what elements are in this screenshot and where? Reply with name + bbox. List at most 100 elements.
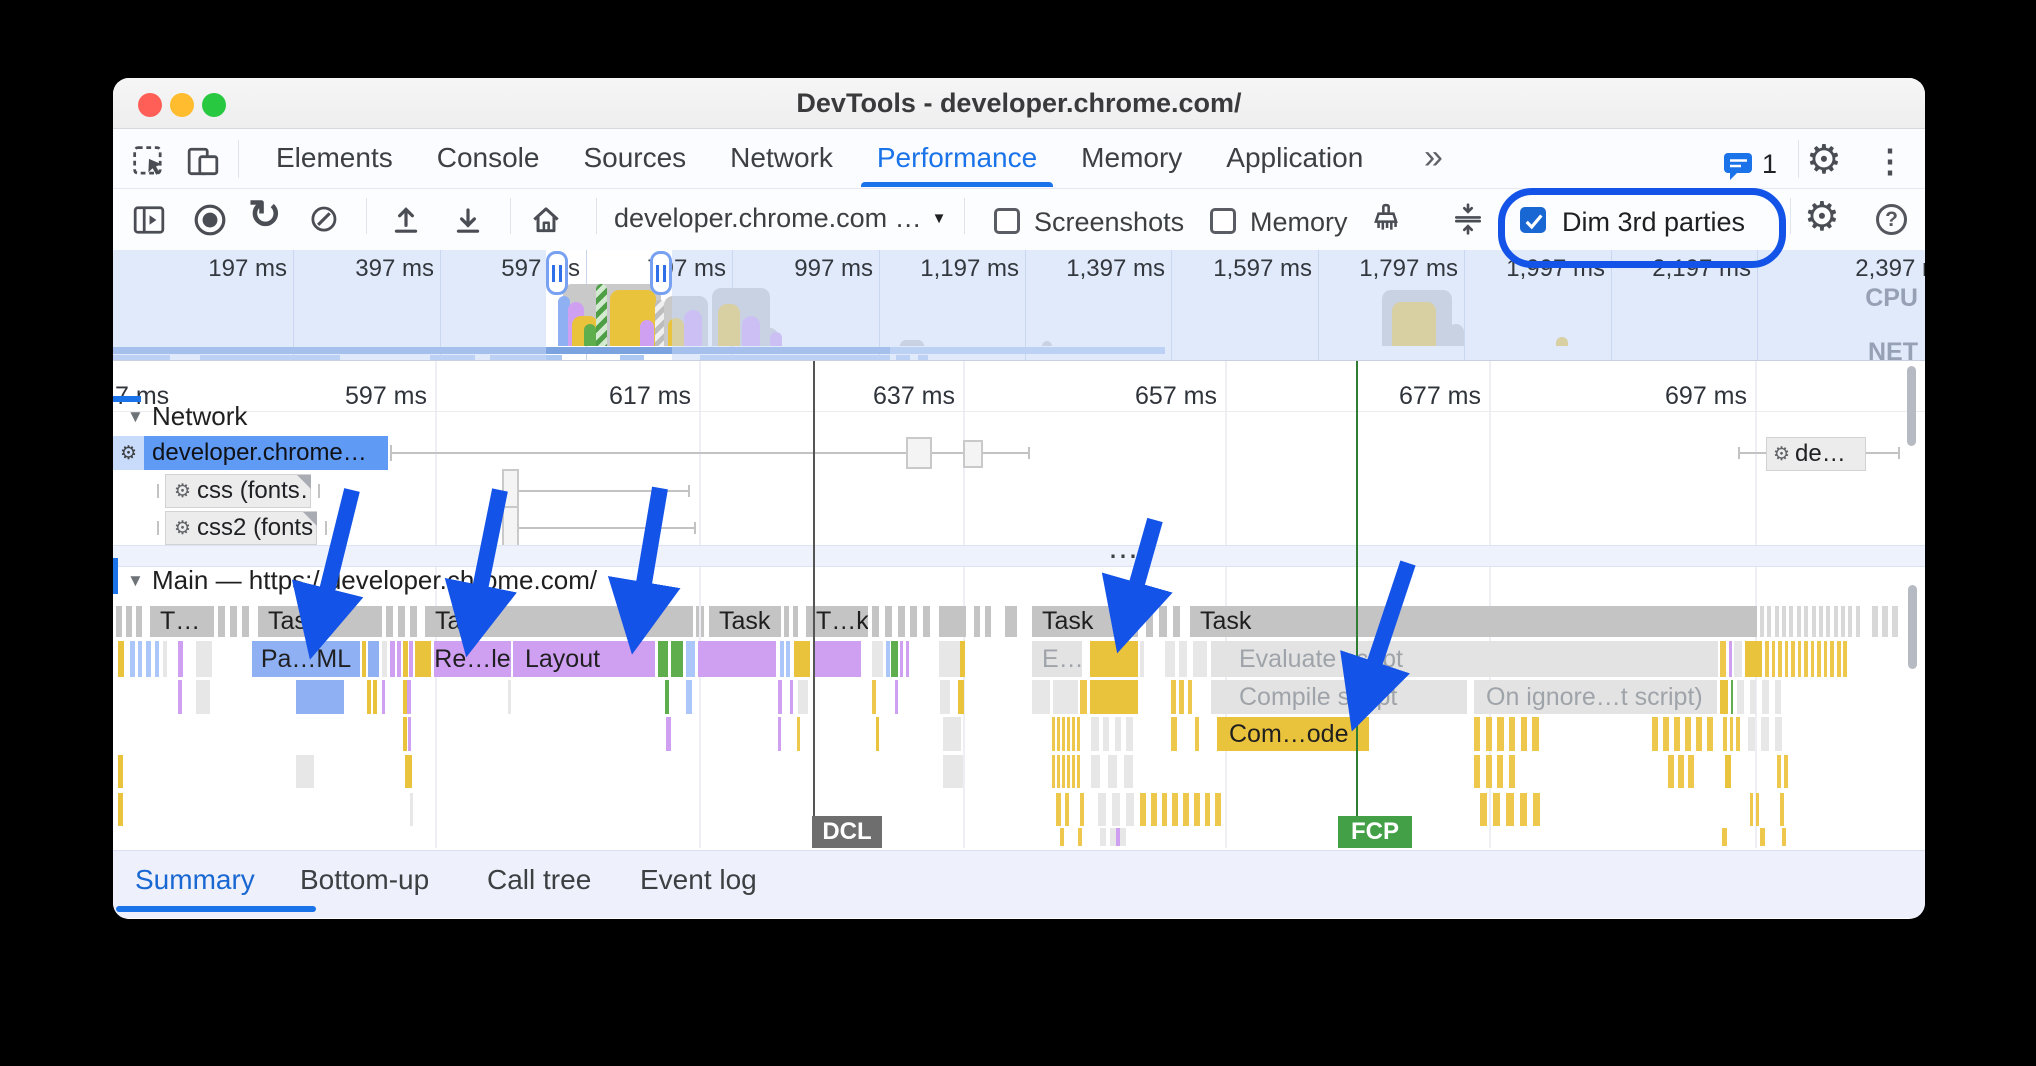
selection-handle-left[interactable] bbox=[546, 251, 568, 295]
flame-stripe[interactable] bbox=[1521, 717, 1527, 751]
flame-bar[interactable] bbox=[658, 641, 668, 677]
flame-bar-com-ode[interactable]: Com…ode bbox=[1217, 717, 1369, 751]
flame-stripe[interactable] bbox=[1736, 717, 1740, 751]
flame-bar[interactable] bbox=[1720, 641, 1726, 677]
flame-bar[interactable] bbox=[665, 680, 669, 714]
flame-stripe[interactable] bbox=[1761, 717, 1768, 751]
flame-stripe[interactable] bbox=[1892, 606, 1898, 637]
flame-stripe[interactable] bbox=[1179, 680, 1184, 714]
record-icon[interactable] bbox=[192, 203, 228, 237]
flame-stripe[interactable] bbox=[696, 606, 699, 637]
flame-stripe[interactable] bbox=[910, 606, 917, 637]
flame-stripe[interactable] bbox=[1057, 755, 1060, 788]
scrollbar-thumb[interactable] bbox=[1907, 366, 1916, 446]
flame-bar[interactable] bbox=[296, 680, 344, 714]
flame-stripe[interactable] bbox=[1057, 717, 1060, 751]
flame-stripe[interactable] bbox=[1762, 680, 1769, 714]
flame-bar[interactable] bbox=[196, 641, 212, 677]
flame-bar[interactable] bbox=[296, 755, 314, 788]
flame-stripe[interactable] bbox=[1663, 717, 1669, 751]
upload-profile-icon[interactable] bbox=[388, 203, 424, 237]
bottom-tab-bottom-up[interactable]: Bottom-up bbox=[300, 864, 429, 896]
memory-checkbox[interactable] bbox=[1210, 208, 1236, 234]
flame-stripe[interactable] bbox=[1072, 755, 1075, 788]
flame-bar[interactable] bbox=[891, 641, 898, 677]
main-thread-header[interactable]: Main — https://developer.chrome.com/ bbox=[152, 565, 597, 596]
flame-stripe[interactable] bbox=[1486, 717, 1492, 751]
flame-stripe[interactable] bbox=[1707, 717, 1713, 751]
flame-bar[interactable] bbox=[1053, 680, 1078, 714]
flame-stripe[interactable] bbox=[1785, 641, 1789, 677]
flame-bar[interactable] bbox=[130, 641, 135, 677]
toggle-sidebar-icon[interactable] bbox=[131, 203, 167, 237]
flame-bar[interactable] bbox=[939, 641, 960, 677]
flame-bar[interactable] bbox=[1080, 680, 1087, 714]
origin-selector-dropdown[interactable]: developer.chrome.com … ▼ bbox=[614, 203, 947, 234]
flame-stripe[interactable] bbox=[898, 606, 905, 637]
flame-bar[interactable] bbox=[1782, 828, 1786, 846]
flame-stripe[interactable] bbox=[126, 606, 132, 637]
dim-3rd-parties-label[interactable]: Dim 3rd parties bbox=[1562, 207, 1745, 238]
flame-stripe[interactable] bbox=[1162, 793, 1168, 826]
home-icon[interactable] bbox=[528, 202, 564, 236]
flame-bar[interactable] bbox=[390, 641, 395, 677]
flame-bar-compile-script[interactable]: Compile script bbox=[1211, 680, 1467, 714]
more-tabs-icon[interactable]: » bbox=[1424, 138, 1443, 177]
flame-bar[interactable] bbox=[958, 680, 964, 714]
flame-stripe[interactable] bbox=[1674, 717, 1680, 751]
garbage-collect-icon[interactable] bbox=[1368, 202, 1404, 236]
flame-stripe[interactable] bbox=[1533, 793, 1540, 826]
flame-bar[interactable] bbox=[778, 717, 781, 751]
request-whisker-box[interactable] bbox=[963, 440, 983, 468]
flame-stripe[interactable] bbox=[116, 606, 122, 637]
flame-bar[interactable] bbox=[405, 755, 412, 788]
flame-bar[interactable] bbox=[1080, 793, 1084, 826]
kebab-menu-icon[interactable]: ⋮ bbox=[1874, 142, 1906, 180]
flame-bar[interactable] bbox=[407, 680, 411, 714]
flame-stripe[interactable] bbox=[242, 606, 249, 637]
flame-bar-e-[interactable]: E… bbox=[1032, 641, 1082, 677]
flame-stripe[interactable] bbox=[1819, 606, 1823, 637]
flame-bar-task[interactable]: Task bbox=[1032, 606, 1138, 637]
flame-stripe[interactable] bbox=[1100, 828, 1106, 846]
flame-bar[interactable] bbox=[886, 641, 890, 677]
flame-stripe[interactable] bbox=[1775, 606, 1779, 637]
flame-bar[interactable] bbox=[368, 641, 379, 677]
flame-bar[interactable] bbox=[1032, 680, 1050, 714]
flame-bar[interactable] bbox=[798, 680, 808, 714]
capture-settings-gear-icon[interactable]: ⚙ bbox=[1804, 194, 1840, 240]
flame-bar-re-le[interactable]: Re…le bbox=[434, 641, 511, 677]
flame-stripe[interactable] bbox=[1062, 717, 1065, 751]
request-whisker-box[interactable] bbox=[502, 506, 519, 550]
flame-stripe[interactable] bbox=[1497, 755, 1503, 788]
flame-bar[interactable] bbox=[943, 717, 961, 751]
flame-stripe[interactable] bbox=[1480, 793, 1487, 826]
flame-bar[interactable] bbox=[403, 717, 407, 751]
flame-bar[interactable] bbox=[960, 641, 965, 677]
flame-stripe[interactable] bbox=[1115, 717, 1121, 751]
flame-bar[interactable] bbox=[1171, 717, 1177, 751]
flame-stripe[interactable] bbox=[1841, 606, 1845, 637]
flame-bar[interactable] bbox=[1720, 680, 1728, 714]
flame-stripe[interactable] bbox=[1834, 606, 1838, 637]
flame-stripe[interactable] bbox=[1804, 606, 1808, 637]
flame-stripe[interactable] bbox=[1215, 793, 1221, 826]
flame-bar[interactable] bbox=[797, 717, 800, 751]
flame-bar[interactable] bbox=[1760, 828, 1765, 846]
flame-bar[interactable] bbox=[118, 755, 123, 788]
flame-bar[interactable] bbox=[373, 680, 377, 714]
flame-stripe[interactable] bbox=[1756, 793, 1759, 826]
flame-stripe[interactable] bbox=[1159, 606, 1166, 637]
flame-stripe[interactable] bbox=[1843, 641, 1847, 677]
flame-bar[interactable] bbox=[408, 717, 411, 751]
flame-stripe[interactable] bbox=[1737, 680, 1744, 714]
flame-stripe[interactable] bbox=[1826, 606, 1830, 637]
flame-stripe[interactable] bbox=[1777, 755, 1781, 788]
flame-bar[interactable] bbox=[940, 680, 950, 714]
flame-stripe[interactable] bbox=[1830, 641, 1834, 677]
flame-bar[interactable] bbox=[698, 641, 776, 677]
flame-bar[interactable] bbox=[671, 641, 683, 677]
tab-application[interactable]: Application bbox=[1226, 129, 1363, 187]
flame-stripe[interactable] bbox=[1856, 606, 1860, 637]
flame-stripe[interactable] bbox=[974, 606, 980, 637]
